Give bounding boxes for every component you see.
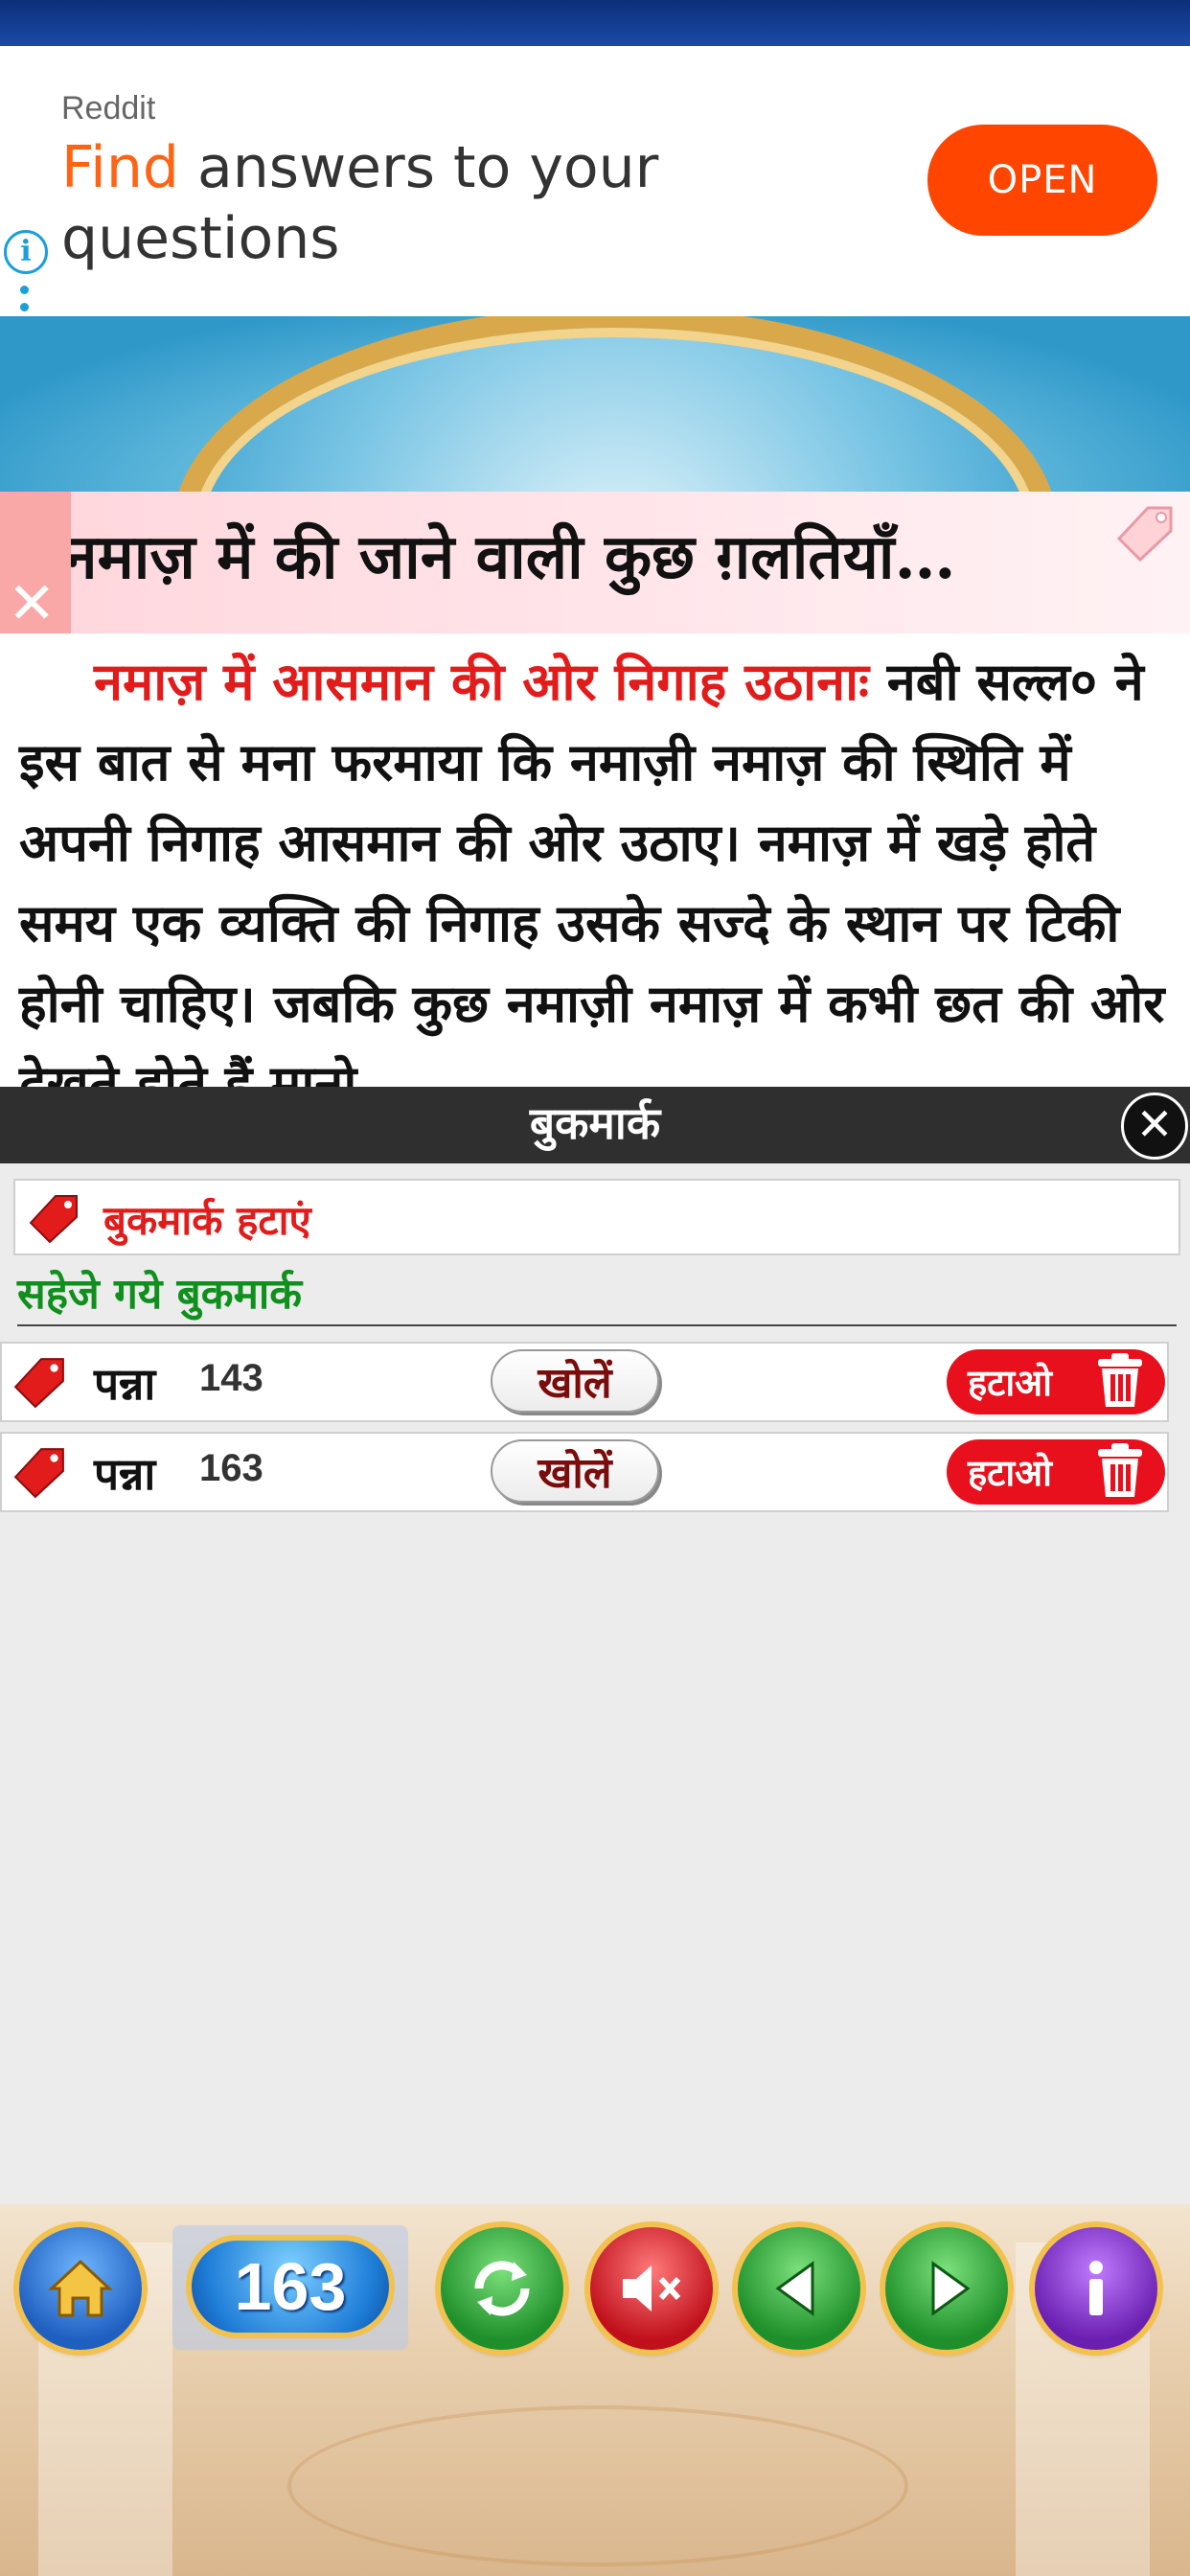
ad-info-icon[interactable]: i — [4, 230, 48, 274]
previous-page-button[interactable] — [738, 2227, 860, 2350]
article-body: नमाज़ में आसमान की ओर निगाह उठानाः नबी स… — [0, 633, 1190, 1087]
remove-bookmark-button[interactable]: बुकमार्क हटाएं — [13, 1179, 1180, 1255]
close-icon[interactable]: ✕ — [8, 575, 56, 632]
refresh-icon — [474, 2261, 530, 2316]
page-number: 143 — [199, 1357, 263, 1399]
home-icon — [48, 2259, 113, 2317]
page-label: पन्ना — [94, 1448, 156, 1500]
ad-open-button[interactable]: OPEN — [927, 125, 1157, 236]
mute-icon — [623, 2266, 681, 2312]
decorative-banner — [0, 316, 1190, 492]
next-page-button[interactable] — [885, 2227, 1008, 2350]
info-button[interactable] — [1035, 2227, 1157, 2350]
page-label: पन्ना — [94, 1358, 156, 1410]
info-icon — [1089, 2261, 1103, 2315]
current-page-number: 163 — [192, 2241, 389, 2333]
trash-icon[interactable] — [1090, 1351, 1150, 1411]
ad-banner[interactable]: Reddit Find answers to your questions OP… — [0, 46, 1190, 317]
ad-brand: Reddit — [61, 90, 156, 126]
article-lead: नमाज़ में आसमान की ओर निगाह उठानाः — [94, 651, 869, 712]
bookmark-row: पन्ना 143 खोलें हटाओ — [0, 1342, 1169, 1422]
open-bookmark-button[interactable]: खोलें — [491, 1349, 659, 1413]
ad-headline-highlight: Find — [61, 134, 179, 201]
bookmark-panel-title: बुकमार्क — [529, 1097, 661, 1149]
divider — [17, 1324, 1177, 1326]
article-paragraph: नबी सल्ल० ने इस बात से मना फरमाया कि नमा… — [19, 651, 1165, 1087]
bookmark-row: पन्ना 163 खोलें हटाओ — [0, 1432, 1169, 1512]
article-title-bar: नमाज़ में की जाने वाली कुछ ग़लतियाँ… — [0, 492, 1190, 633]
bookmark-tag-icon[interactable] — [1113, 500, 1177, 564]
saved-bookmarks-heading: सहेजे गये बुकमार्क — [17, 1270, 303, 1319]
article-title: नमाज़ में की जाने वाली कुछ ग़लतियाँ… — [63, 521, 956, 593]
ad-headline[interactable]: Find answers to your questions — [61, 132, 790, 274]
article-text: नमाज़ में आसमान की ओर निगाह उठानाः नबी स… — [19, 641, 1169, 1087]
bookmark-tag-icon — [29, 1195, 78, 1244]
trash-icon[interactable] — [1090, 1441, 1150, 1501]
bookmark-panel-header: बुकमार्क ✕ — [0, 1087, 1190, 1163]
top-strip — [0, 0, 1190, 46]
bookmark-tag-icon — [13, 1448, 64, 1499]
page-number: 163 — [199, 1447, 263, 1489]
mute-button[interactable] — [590, 2227, 713, 2350]
floor-pattern — [287, 2405, 908, 2566]
refresh-button[interactable] — [441, 2227, 563, 2350]
home-button[interactable] — [19, 2227, 142, 2350]
next-icon — [931, 2261, 971, 2316]
page-counter[interactable]: 163 — [172, 2225, 408, 2350]
bookmark-panel: बुकमार्क हटाएं सहेजे गये बुकमार्क पन्ना … — [0, 1163, 1190, 2237]
previous-icon — [775, 2261, 814, 2316]
bookmark-tag-icon — [13, 1358, 64, 1409]
close-icon[interactable]: ✕ — [1121, 1092, 1188, 1160]
remove-bookmark-label: बुकमार्क हटाएं — [103, 1197, 311, 1244]
open-bookmark-button[interactable]: खोलें — [491, 1439, 659, 1503]
arch-decoration — [172, 316, 1058, 492]
